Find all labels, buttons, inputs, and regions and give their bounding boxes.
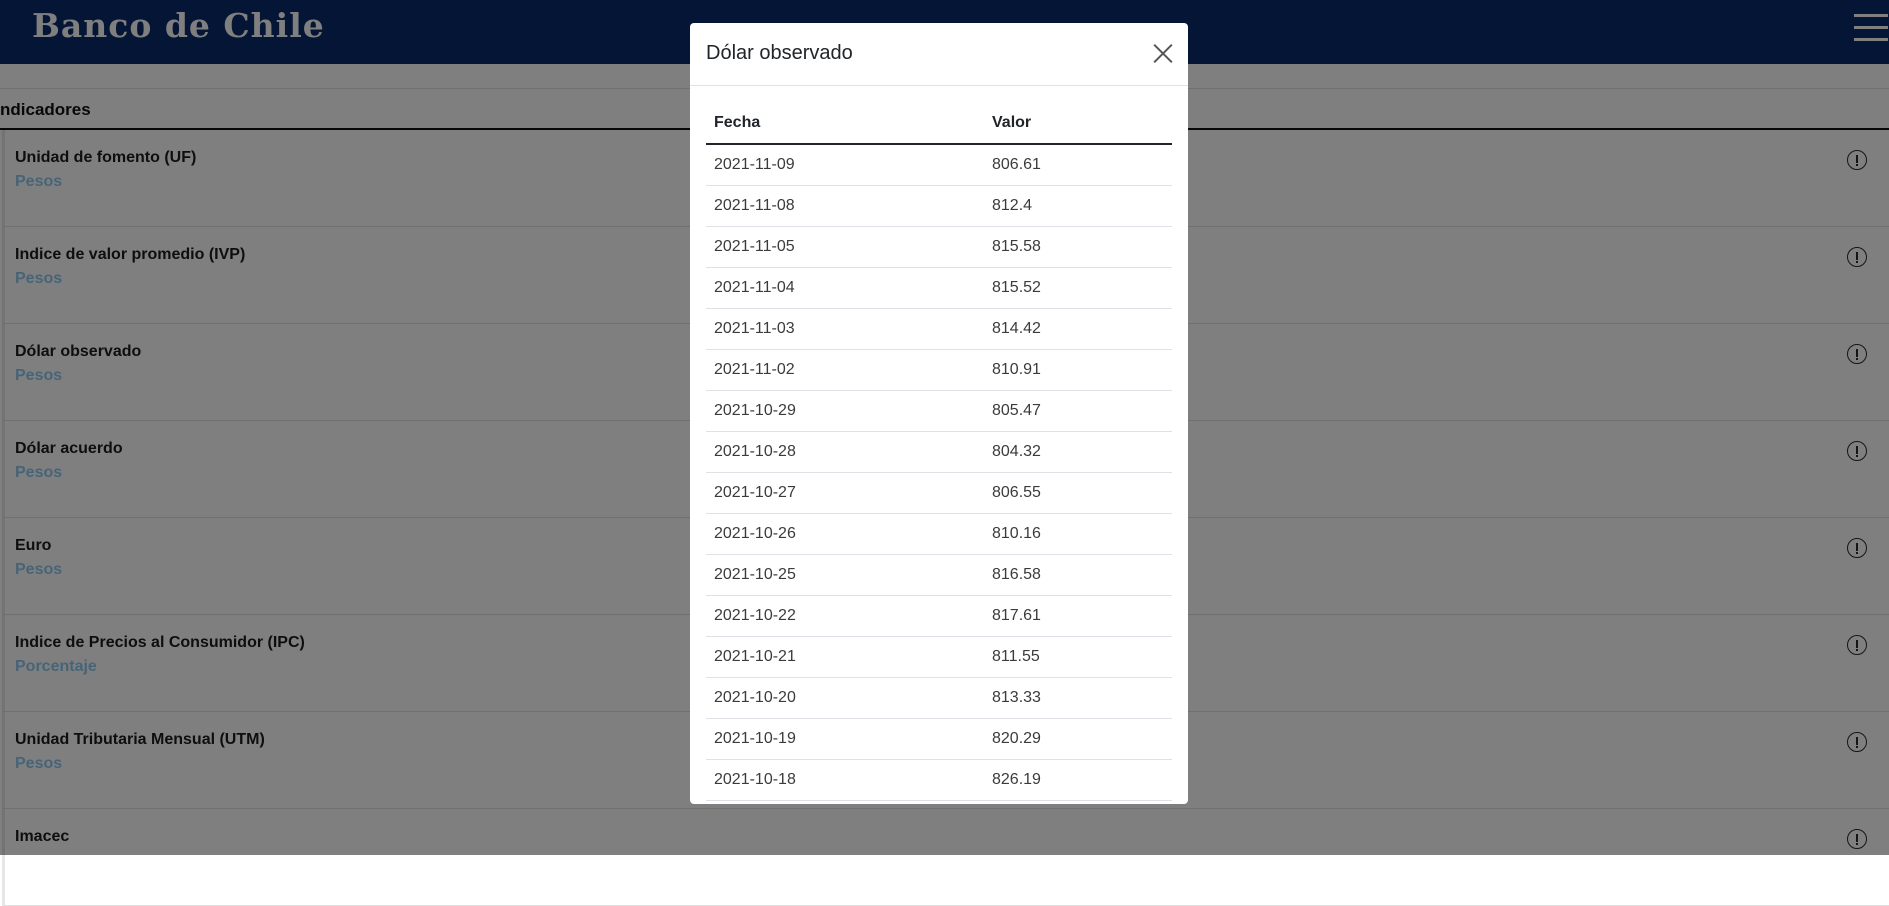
cell-valor: 810.16 bbox=[984, 513, 1172, 555]
cell-valor: 817.61 bbox=[984, 595, 1172, 637]
cell-valor: 806.61 bbox=[984, 144, 1172, 186]
cell-valor: 812.4 bbox=[984, 185, 1172, 227]
cell-valor: 815.58 bbox=[984, 226, 1172, 268]
cell-fecha: 2021-10-18 bbox=[706, 759, 984, 801]
table-row: 2021-10-27 806.55 bbox=[706, 472, 1172, 514]
table-row: 2021-11-04 815.52 bbox=[706, 267, 1172, 309]
cell-fecha: 2021-10-25 bbox=[706, 554, 984, 596]
table-row: 2021-10-28 804.32 bbox=[706, 431, 1172, 473]
cell-valor: 806.55 bbox=[984, 472, 1172, 514]
cell-valor: 816.58 bbox=[984, 554, 1172, 596]
column-header-fecha: Fecha bbox=[706, 103, 984, 145]
table-row: 2021-10-29 805.47 bbox=[706, 390, 1172, 432]
dolar-observado-modal: Dólar observado Fecha Valor 2021-11-09 80… bbox=[690, 23, 1188, 804]
cell-fecha: 2021-11-08 bbox=[706, 185, 984, 227]
cell-fecha: 2021-10-28 bbox=[706, 431, 984, 473]
table-row: 2021-10-18 826.19 bbox=[706, 759, 1172, 801]
table-row: 2021-11-09 806.61 bbox=[706, 144, 1172, 186]
cell-fecha: 2021-10-29 bbox=[706, 390, 984, 432]
table-row: 2021-11-02 810.91 bbox=[706, 349, 1172, 391]
cell-fecha: 2021-10-26 bbox=[706, 513, 984, 555]
cell-valor: 820.29 bbox=[984, 718, 1172, 760]
cell-fecha: 2021-10-20 bbox=[706, 677, 984, 719]
modal-title: Dólar observado bbox=[706, 42, 853, 64]
cell-valor: 805.47 bbox=[984, 390, 1172, 432]
history-table: Fecha Valor 2021-11-09 806.61 2021-11-08 81… bbox=[706, 103, 1172, 801]
table-row: 2021-10-26 810.16 bbox=[706, 513, 1172, 555]
cell-fecha: 2021-11-02 bbox=[706, 349, 984, 391]
column-header-valor: Valor bbox=[984, 103, 1172, 145]
cell-fecha: 2021-10-27 bbox=[706, 472, 984, 514]
cell-valor: 826.19 bbox=[984, 759, 1172, 801]
table-row: 2021-11-05 815.58 bbox=[706, 226, 1172, 268]
table-row: 2021-10-19 820.29 bbox=[706, 718, 1172, 760]
cell-valor: 810.91 bbox=[984, 349, 1172, 391]
cell-valor: 815.52 bbox=[984, 267, 1172, 309]
cell-valor: 811.55 bbox=[984, 636, 1172, 678]
table-row: 2021-10-21 811.55 bbox=[706, 636, 1172, 678]
cell-fecha: 2021-11-09 bbox=[706, 144, 984, 186]
cell-fecha: 2021-11-05 bbox=[706, 226, 984, 268]
cell-fecha: 2021-10-21 bbox=[706, 636, 984, 678]
cell-valor: 814.42 bbox=[984, 308, 1172, 350]
cell-fecha: 2021-10-19 bbox=[706, 718, 984, 760]
table-row: 2021-10-20 813.33 bbox=[706, 677, 1172, 719]
close-icon[interactable] bbox=[1152, 43, 1174, 65]
table-header-row: Fecha Valor bbox=[706, 103, 1172, 145]
table-row: 2021-10-25 816.58 bbox=[706, 554, 1172, 596]
cell-fecha: 2021-11-03 bbox=[706, 308, 984, 350]
modal-header: Dólar observado bbox=[690, 23, 1188, 86]
cell-valor: 804.32 bbox=[984, 431, 1172, 473]
cell-valor: 813.33 bbox=[984, 677, 1172, 719]
table-row: 2021-11-03 814.42 bbox=[706, 308, 1172, 350]
table-row: 2021-10-22 817.61 bbox=[706, 595, 1172, 637]
history-table-wrapper: Fecha Valor 2021-11-09 806.61 2021-11-08 81… bbox=[706, 103, 1172, 801]
table-row: 2021-11-08 812.4 bbox=[706, 185, 1172, 227]
cell-fecha: 2021-10-22 bbox=[706, 595, 984, 637]
cell-fecha: 2021-11-04 bbox=[706, 267, 984, 309]
